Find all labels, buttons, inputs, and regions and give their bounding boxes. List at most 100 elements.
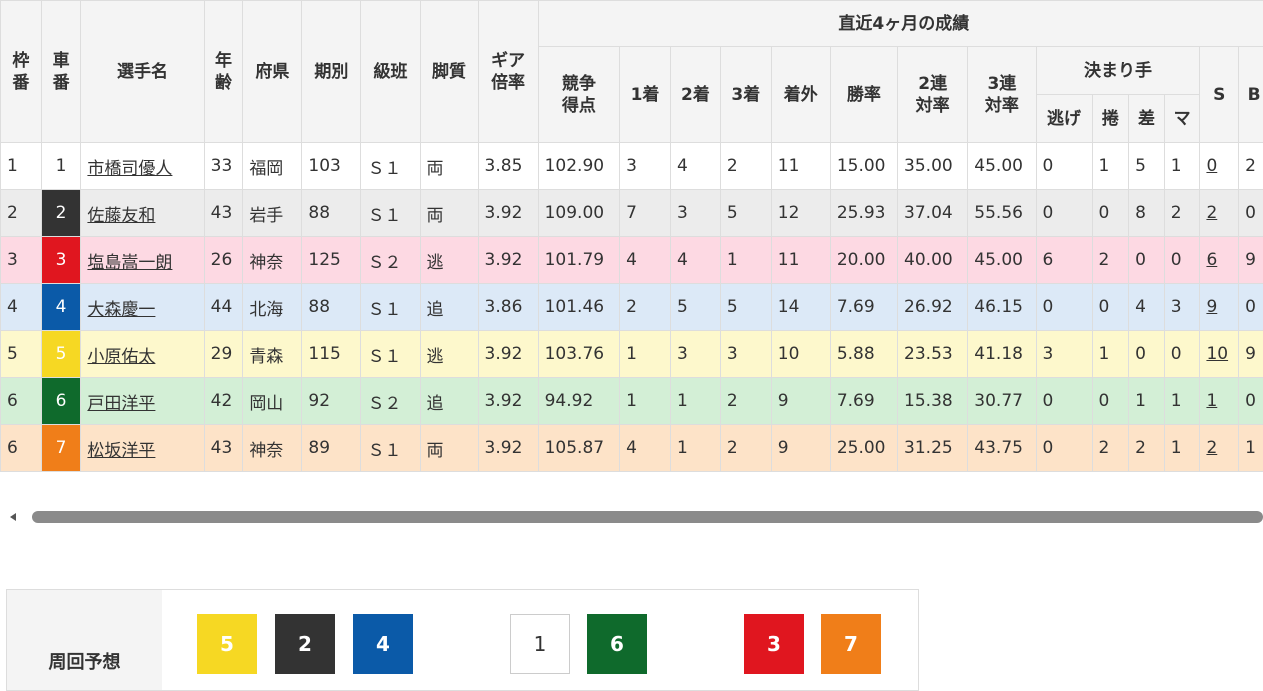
- top2-rate: 35.00: [898, 143, 968, 190]
- b-count: 9: [1239, 237, 1263, 284]
- rider-name-link[interactable]: 大森慶一: [87, 300, 155, 320]
- lap-prediction-label: 周回予想: [7, 590, 162, 690]
- age-cell: 43: [204, 425, 243, 472]
- header-nige: 逃げ: [1036, 95, 1092, 143]
- header-out: 着外: [771, 47, 830, 143]
- second-count: 1: [670, 425, 720, 472]
- score-cell: 109.00: [538, 190, 619, 237]
- prefecture-cell: 神奈: [243, 425, 302, 472]
- second-count: 3: [670, 331, 720, 378]
- style-cell: 逃: [420, 237, 478, 284]
- header-second: 2着: [670, 47, 720, 143]
- header-style: 脚質: [420, 1, 478, 143]
- lap-prediction-chip: 5: [197, 614, 257, 674]
- header-third: 3着: [720, 47, 771, 143]
- top3-rate: 45.00: [968, 143, 1036, 190]
- mark-count: 1: [1164, 143, 1200, 190]
- third-count: 2: [720, 378, 771, 425]
- mark-count: 0: [1164, 237, 1200, 284]
- third-count: 3: [720, 331, 771, 378]
- header-sha: 車番: [41, 1, 81, 143]
- age-cell: 43: [204, 190, 243, 237]
- class-cell: Ｓ１: [361, 331, 420, 378]
- header-kimarite-group: 決まり手: [1036, 47, 1200, 95]
- sashi-count: 8: [1129, 190, 1165, 237]
- style-cell: 追: [420, 284, 478, 331]
- s-count-link[interactable]: 2: [1206, 438, 1217, 458]
- top2-rate: 23.53: [898, 331, 968, 378]
- waku-cell: 3: [1, 237, 42, 284]
- s-count-link[interactable]: 2: [1206, 203, 1217, 223]
- car-number-chip: 4: [42, 284, 81, 330]
- rider-name-link[interactable]: 佐藤友和: [87, 206, 155, 226]
- lap-prediction-chip: 7: [821, 614, 881, 674]
- sashi-count: 0: [1129, 237, 1165, 284]
- mark-count: 0: [1164, 331, 1200, 378]
- rider-name-link[interactable]: 市橋司優人: [87, 159, 172, 179]
- header-pref: 府県: [243, 1, 302, 143]
- rider-name-link[interactable]: 戸田洋平: [87, 394, 155, 414]
- rider-name: 塩島嵩一朗: [81, 237, 204, 284]
- out-count: 9: [771, 378, 830, 425]
- age-cell: 29: [204, 331, 243, 378]
- car-number: 4: [41, 284, 81, 331]
- s-count-link[interactable]: 9: [1206, 297, 1217, 317]
- header-score: 競争得点: [538, 47, 619, 143]
- first-count: 3: [620, 143, 671, 190]
- makuri-count: 0: [1092, 284, 1129, 331]
- scroll-left-arrow-icon[interactable]: [10, 513, 16, 521]
- win-rate: 15.00: [830, 143, 897, 190]
- header-term: 期別: [302, 1, 361, 143]
- score-cell: 94.92: [538, 378, 619, 425]
- out-count: 9: [771, 425, 830, 472]
- second-count: 3: [670, 190, 720, 237]
- score-cell: 101.79: [538, 237, 619, 284]
- waku-cell: 5: [1, 331, 42, 378]
- header-mark: マ: [1164, 95, 1200, 143]
- horizontal-scrollbar[interactable]: [0, 508, 1263, 526]
- nige-count: 0: [1036, 378, 1092, 425]
- nige-count: 0: [1036, 284, 1092, 331]
- header-gear: ギア倍率: [478, 1, 538, 143]
- score-cell: 101.46: [538, 284, 619, 331]
- prefecture-cell: 岩手: [243, 190, 302, 237]
- class-cell: Ｓ１: [361, 143, 420, 190]
- nige-count: 3: [1036, 331, 1092, 378]
- car-number: 3: [41, 237, 81, 284]
- nige-count: 0: [1036, 143, 1092, 190]
- s-count-link[interactable]: 1: [1206, 391, 1217, 411]
- lap-prediction-panel: 周回予想 5241637: [6, 589, 919, 691]
- scroll-thumb[interactable]: [32, 511, 1263, 523]
- style-cell: 逃: [420, 331, 478, 378]
- car-number-chip: 7: [42, 425, 81, 471]
- mark-count: 1: [1164, 425, 1200, 472]
- nige-count: 0: [1036, 190, 1092, 237]
- prefecture-cell: 岡山: [243, 378, 302, 425]
- header-class: 級班: [361, 1, 420, 143]
- age-cell: 26: [204, 237, 243, 284]
- s-count: 2: [1200, 190, 1239, 237]
- gear-cell: 3.92: [478, 190, 538, 237]
- rider-name-link[interactable]: 小原佑太: [87, 347, 155, 367]
- gear-cell: 3.86: [478, 284, 538, 331]
- header-age: 年齢: [204, 1, 243, 143]
- s-count: 0: [1200, 143, 1239, 190]
- rider-name-link[interactable]: 塩島嵩一朗: [87, 253, 172, 273]
- makuri-count: 1: [1092, 331, 1129, 378]
- win-rate: 7.69: [830, 284, 897, 331]
- rider-name: 小原佑太: [81, 331, 204, 378]
- s-count-link[interactable]: 6: [1206, 250, 1217, 270]
- header-name: 選手名: [81, 1, 204, 143]
- top3-rate: 43.75: [968, 425, 1036, 472]
- header-sashi: 差: [1129, 95, 1165, 143]
- top2-rate: 37.04: [898, 190, 968, 237]
- s-count-link[interactable]: 0: [1206, 156, 1217, 176]
- third-count: 5: [720, 190, 771, 237]
- nige-count: 0: [1036, 425, 1092, 472]
- header-ren2: 2連対率: [898, 47, 968, 143]
- style-cell: 追: [420, 378, 478, 425]
- first-count: 2: [620, 284, 671, 331]
- table-row: 11市橋司優人33福岡103Ｓ１両3.85102.903421115.0035.…: [1, 143, 1263, 190]
- s-count-link[interactable]: 10: [1206, 344, 1228, 364]
- rider-name-link[interactable]: 松坂洋平: [87, 441, 155, 461]
